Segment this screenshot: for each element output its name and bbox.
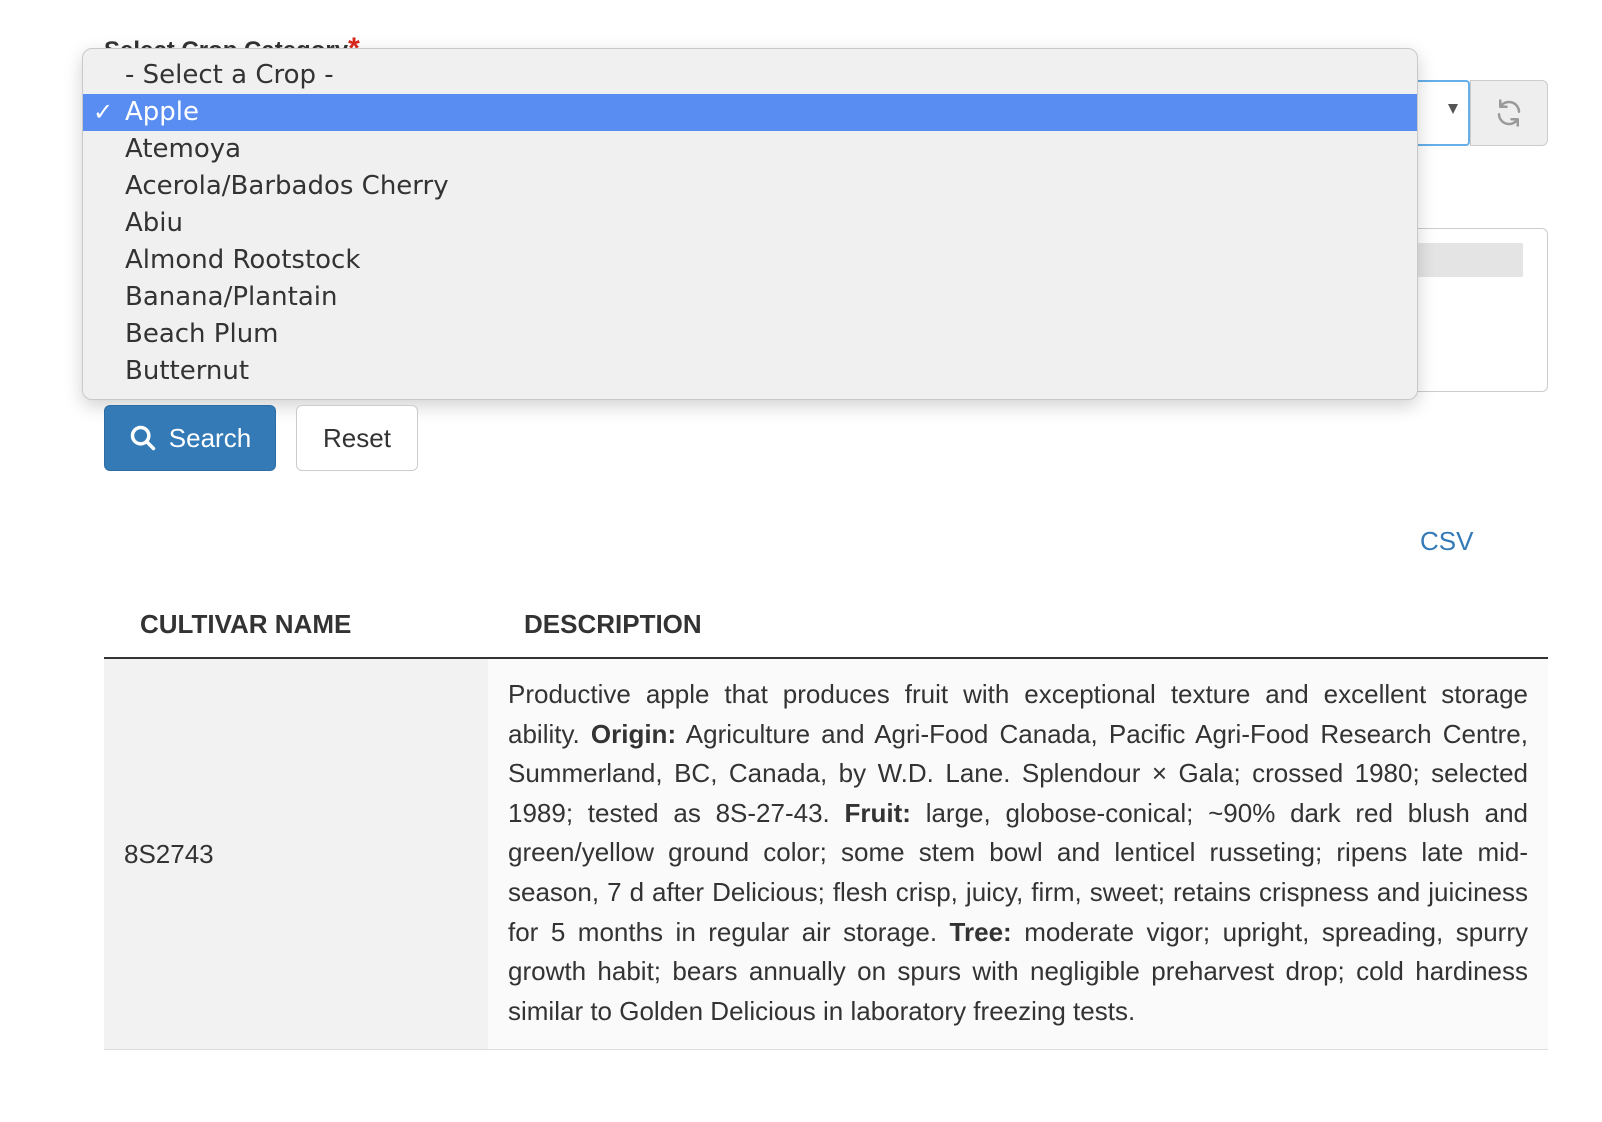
option-label: Beach Plum	[125, 319, 279, 349]
results-table: CULTIVAR NAME DESCRIPTION 8S2743 Product…	[104, 592, 1548, 1051]
option-label: Banana/Plantain	[125, 282, 338, 312]
option-label: - Select a Crop -	[125, 60, 334, 90]
dropdown-option[interactable]: Almond Rootstock	[83, 242, 1417, 279]
dropdown-option[interactable]: - Select a Crop -	[83, 57, 1417, 94]
option-label: Butternut	[125, 356, 250, 386]
option-label: Acerola/Barbados Cherry	[125, 171, 449, 201]
refresh-button[interactable]	[1470, 80, 1548, 146]
column-header-description[interactable]: DESCRIPTION	[488, 592, 1548, 659]
crop-dropdown-list[interactable]: - Select a Crop - ✓ Apple Atemoya Acerol…	[82, 48, 1418, 400]
origin-label: Origin:	[590, 718, 677, 749]
fruit-label: Fruit:	[844, 797, 911, 828]
option-label: Atemoya	[125, 134, 242, 164]
dropdown-option[interactable]: Banana/Plantain	[83, 279, 1417, 316]
checkmark-icon: ✓	[93, 98, 114, 126]
dropdown-option[interactable]: Acerola/Barbados Cherry	[83, 168, 1417, 205]
cultivar-name-cell: 8S2743	[104, 658, 488, 1051]
search-button-label: Search	[168, 422, 252, 453]
tree-label: Tree:	[949, 916, 1012, 947]
dropdown-option[interactable]: Butternut	[83, 353, 1417, 390]
dropdown-option[interactable]: ✓ Apple	[83, 94, 1417, 131]
dropdown-option[interactable]: Beach Plum	[83, 316, 1417, 353]
dropdown-option[interactable]: Abiu	[83, 205, 1417, 242]
reset-button-label: Reset	[323, 422, 391, 453]
chevron-down-icon	[1448, 104, 1458, 114]
column-header-cultivar-name[interactable]: CULTIVAR NAME	[104, 592, 488, 659]
description-cell: Productive apple that produces fruit wit…	[488, 658, 1548, 1051]
option-label: Abiu	[125, 208, 183, 238]
option-label: Apple	[125, 97, 200, 127]
csv-export-link[interactable]: CSV	[1420, 526, 1473, 557]
table-header-row: CULTIVAR NAME DESCRIPTION	[104, 592, 1548, 659]
search-button[interactable]: Search	[104, 405, 276, 471]
refresh-icon	[1497, 99, 1521, 127]
option-label: Almond Rootstock	[125, 245, 361, 275]
search-icon	[130, 425, 156, 451]
table-row: 8S2743 Productive apple that produces fr…	[104, 658, 1548, 1051]
reset-button[interactable]: Reset	[296, 405, 418, 471]
dropdown-option[interactable]: Atemoya	[83, 131, 1417, 168]
